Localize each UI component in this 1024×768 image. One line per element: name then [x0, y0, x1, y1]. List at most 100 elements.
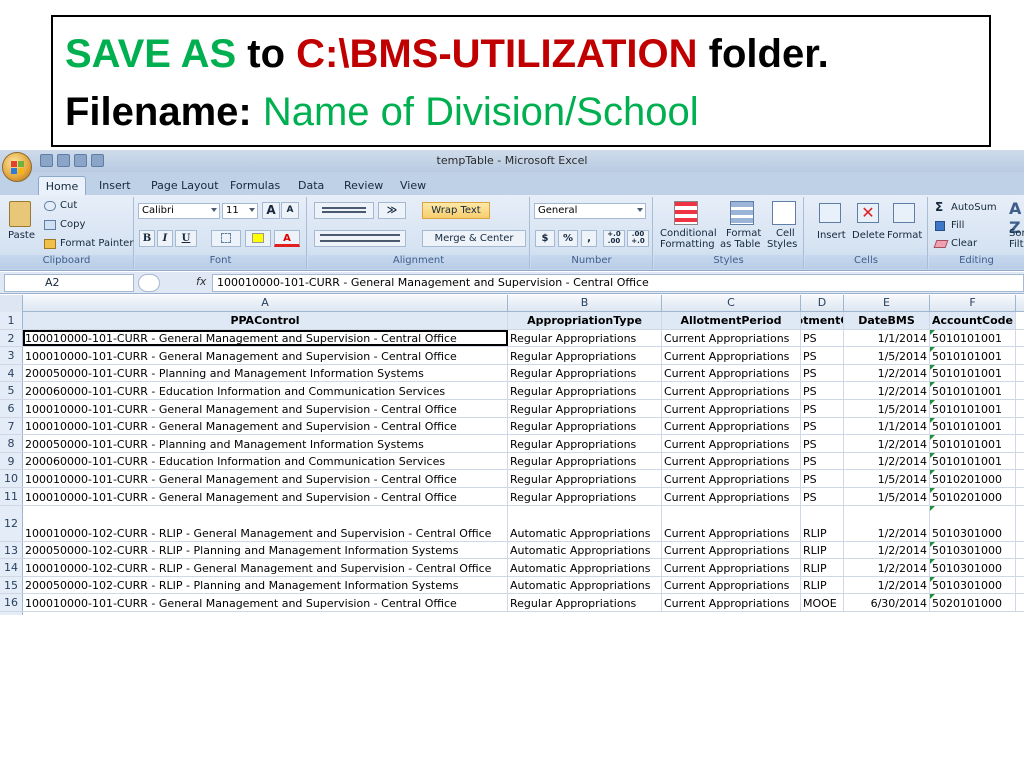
row-header[interactable]: 15 [0, 576, 23, 594]
currency-button[interactable]: $ [535, 230, 555, 247]
table-cell[interactable]: 1/5/2014 [844, 400, 930, 417]
table-cell[interactable]: 1/1/2014 [844, 417, 930, 435]
delete-cells-button[interactable]: Delete [852, 230, 885, 241]
row-header[interactable] [0, 612, 23, 615]
table-cell[interactable]: 1/2/2014 [844, 364, 930, 382]
table-cell[interactable]: 100010000-102-CURR - RLIP - General Mana… [23, 559, 508, 576]
table-cell[interactable]: PS [801, 364, 844, 382]
table-cell[interactable]: 5010201000 [930, 488, 1016, 505]
cell-styles-button[interactable]: Cell [776, 228, 795, 239]
table-cell[interactable]: 100010000-101-CURR - General Management … [23, 417, 508, 435]
table-cell[interactable]: 1/5/2014 [844, 488, 930, 505]
table-cell[interactable]: Current Appropriations [662, 452, 801, 470]
table-cell[interactable]: Regular Appropriations [508, 364, 662, 382]
row-header[interactable]: 4 [0, 364, 23, 382]
table-cell[interactable]: 100010000-101-CURR - General Management … [23, 329, 508, 347]
table-cell[interactable]: Current Appropriations [662, 576, 801, 594]
header-cell[interactable]: PPAControl [23, 312, 508, 329]
paste-icon[interactable] [9, 201, 31, 227]
table-cell[interactable]: 200060000-101-CURR - Education Informati… [23, 382, 508, 399]
row-header[interactable]: 8 [0, 435, 23, 452]
table-cell[interactable]: 200050000-102-CURR - RLIP - Planning and… [23, 541, 508, 559]
table-cell[interactable]: Regular Appropriations [508, 452, 662, 470]
table-cell[interactable]: Automatic Appropriations [508, 505, 662, 541]
format-as-table-button[interactable]: Format [726, 228, 761, 239]
row-header[interactable]: 7 [0, 417, 23, 435]
table-cell[interactable]: PS [801, 382, 844, 399]
tab-formulas[interactable]: Formulas [230, 176, 280, 195]
table-cell[interactable]: Regular Appropriations [508, 488, 662, 505]
table-cell[interactable]: PS [801, 435, 844, 452]
table-cell[interactable]: 100010000-101-CURR - General Management … [23, 347, 508, 364]
column-header-f[interactable]: F [930, 295, 1016, 312]
table-cell[interactable]: Regular Appropriations [508, 329, 662, 347]
table-cell[interactable]: Current Appropriations [662, 488, 801, 505]
row-header[interactable]: 12 [0, 505, 23, 541]
row-header[interactable]: 3 [0, 347, 23, 364]
table-cell[interactable]: Regular Appropriations [508, 594, 662, 611]
cut-button[interactable]: Cut [60, 200, 77, 211]
table-cell[interactable]: 5010101001 [930, 452, 1016, 470]
shrink-font-button[interactable]: A [281, 202, 299, 219]
table-cell[interactable]: 6/30/2014 [844, 594, 930, 611]
table-cell[interactable]: 1/5/2014 [844, 470, 930, 487]
table-cell[interactable]: 1/1/2014 [844, 329, 930, 347]
table-cell[interactable]: Current Appropriations [662, 435, 801, 452]
tab-page-layout[interactable]: Page Layout [151, 176, 219, 195]
header-cell[interactable]: AllotmentPeriod [662, 312, 801, 329]
table-cell[interactable]: PS [801, 452, 844, 470]
table-cell[interactable]: Regular Appropriations [508, 400, 662, 417]
table-cell[interactable]: RLIP [801, 559, 844, 576]
increase-decimal-button[interactable]: +.0 .00 [603, 230, 625, 247]
table-cell[interactable]: 5010101001 [930, 329, 1016, 347]
table-cell[interactable]: MOOE [801, 594, 844, 611]
table-cell[interactable]: Current Appropriations [662, 541, 801, 559]
table-cell[interactable]: Automatic Appropriations [508, 576, 662, 594]
table-cell[interactable]: 5010101001 [930, 435, 1016, 452]
font-name-select[interactable]: Calibri [138, 203, 220, 219]
bold-button[interactable]: B [139, 230, 155, 247]
table-cell[interactable]: Regular Appropriations [508, 347, 662, 364]
font-size-select[interactable]: 11 [222, 203, 258, 219]
column-header-b[interactable]: B [508, 295, 662, 312]
insert-cells-button[interactable]: Insert [817, 230, 846, 241]
table-cell[interactable]: 1/2/2014 [844, 576, 930, 594]
table-cell[interactable]: Current Appropriations [662, 347, 801, 364]
table-cell[interactable]: 5020101000 [930, 594, 1016, 611]
row-header[interactable]: 11 [0, 488, 23, 505]
tab-view[interactable]: View [400, 176, 426, 195]
conditional-formatting-button[interactable]: Conditional [660, 228, 717, 239]
table-cell[interactable]: Regular Appropriations [508, 417, 662, 435]
autosum-button[interactable]: AutoSum [951, 202, 997, 213]
decrease-decimal-button[interactable]: .00 +.0 [627, 230, 649, 247]
table-cell[interactable]: 1/2/2014 [844, 382, 930, 399]
table-cell[interactable]: 5010101001 [930, 382, 1016, 399]
tab-data[interactable]: Data [298, 176, 324, 195]
table-cell[interactable]: RLIP [801, 505, 844, 541]
table-cell[interactable]: 200050000-101-CURR - Planning and Manage… [23, 435, 508, 452]
table-cell[interactable]: 100010000-101-CURR - General Management … [23, 470, 508, 487]
clear-button[interactable]: Clear [951, 238, 977, 249]
table-cell[interactable]: PS [801, 400, 844, 417]
italic-button[interactable]: I [157, 230, 173, 247]
formula-input[interactable]: 100010000-101-CURR - General Management … [212, 274, 1024, 292]
header-cell[interactable]: DateBMS [844, 312, 930, 329]
orientation-button[interactable]: ≫ [378, 202, 406, 219]
row-header[interactable]: 13 [0, 541, 23, 559]
row-header[interactable]: 10 [0, 470, 23, 487]
fill-button[interactable]: Fill [951, 220, 964, 231]
row-header[interactable]: 2 [0, 329, 23, 347]
table-cell[interactable]: PS [801, 329, 844, 347]
table-cell[interactable]: Regular Appropriations [508, 435, 662, 452]
header-cell[interactable]: otmentC [801, 312, 844, 329]
wrap-text-button[interactable]: Wrap Text [422, 202, 490, 219]
tab-home[interactable]: Home [38, 176, 86, 195]
row-header[interactable]: 9 [0, 452, 23, 470]
table-cell[interactable]: 5010101001 [930, 400, 1016, 417]
align-top-buttons[interactable] [314, 202, 374, 219]
row-header[interactable]: 16 [0, 594, 23, 611]
fill-color-button[interactable] [245, 230, 271, 247]
table-cell[interactable]: 5010301000 [930, 541, 1016, 559]
table-cell[interactable]: 5010101001 [930, 364, 1016, 382]
column-header-d[interactable]: D [801, 295, 844, 312]
